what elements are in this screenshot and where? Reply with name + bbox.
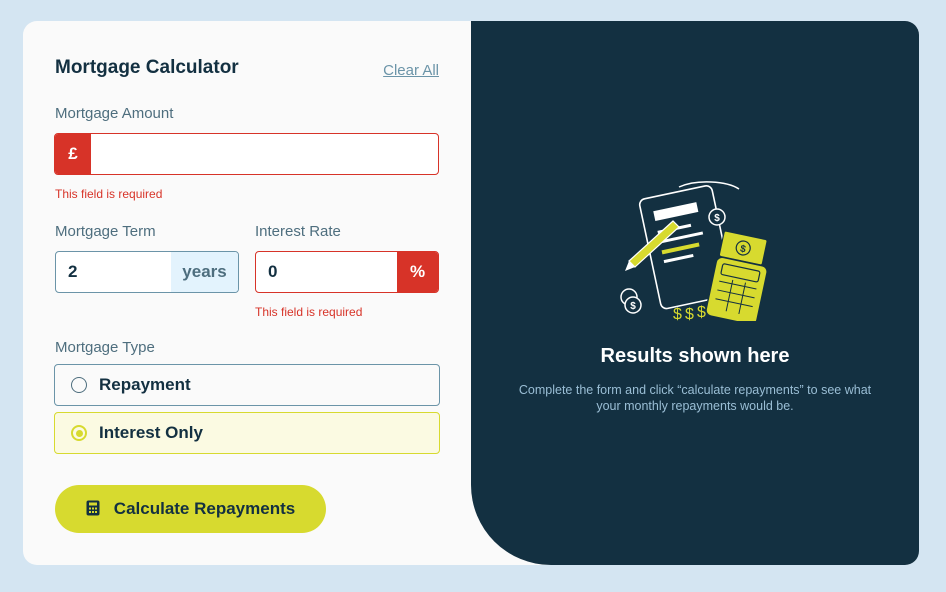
radio-button[interactable]: [71, 377, 87, 393]
interest-rate-error: This field is required: [255, 305, 363, 319]
calculate-button-label: Calculate Repayments: [113, 499, 296, 518]
clear-all-button[interactable]: Clear All: [383, 62, 439, 79]
calculator-icon: [86, 500, 100, 519]
mortgage-term-label: Mortgage Term: [55, 223, 156, 240]
radio-label-interest-only: Interest Only: [99, 423, 203, 442]
interest-rate-label: Interest Rate: [255, 223, 341, 240]
radio-button-selected[interactable]: [71, 425, 87, 441]
empty-results-illustration: $ $ $ $ $ $: [617, 175, 777, 326]
radio-option-interest-only[interactable]: Interest Only: [54, 412, 440, 454]
years-suffix: years: [171, 252, 238, 292]
mortgage-amount-error: This field is required: [55, 187, 163, 201]
mortgage-amount-label: Mortgage Amount: [55, 105, 174, 122]
results-panel: $ $ $ $ $ $ Results shown here Complete …: [471, 21, 919, 565]
calculator-form: Mortgage Calculator Clear All Mortgage A…: [23, 21, 471, 565]
results-description: Complete the form and click “calculate r…: [518, 383, 872, 413]
svg-text:$: $: [714, 213, 720, 224]
form-title: Mortgage Calculator: [55, 57, 239, 78]
interest-rate-field: %: [255, 251, 439, 293]
results-title: Results shown here: [600, 345, 790, 367]
mortgage-amount-input[interactable]: [91, 134, 438, 174]
radio-label-repayment: Repayment: [99, 375, 191, 394]
svg-text:$: $: [685, 306, 694, 321]
svg-text:$: $: [630, 301, 636, 312]
radio-option-repayment[interactable]: Repayment: [54, 364, 440, 406]
mortgage-amount-field: £: [54, 133, 439, 175]
svg-text:$: $: [697, 304, 706, 321]
svg-text:$: $: [673, 306, 682, 321]
mortgage-type-label: Mortgage Type: [55, 339, 155, 356]
mortgage-term-field: years: [55, 251, 239, 293]
mortgage-term-input[interactable]: [56, 252, 171, 292]
percent-suffix: %: [397, 252, 438, 292]
interest-rate-input[interactable]: [256, 252, 397, 292]
calculate-repayments-button[interactable]: Calculate Repayments: [55, 485, 326, 533]
currency-prefix: £: [55, 134, 91, 174]
mortgage-calculator-card: Mortgage Calculator Clear All Mortgage A…: [23, 21, 919, 565]
